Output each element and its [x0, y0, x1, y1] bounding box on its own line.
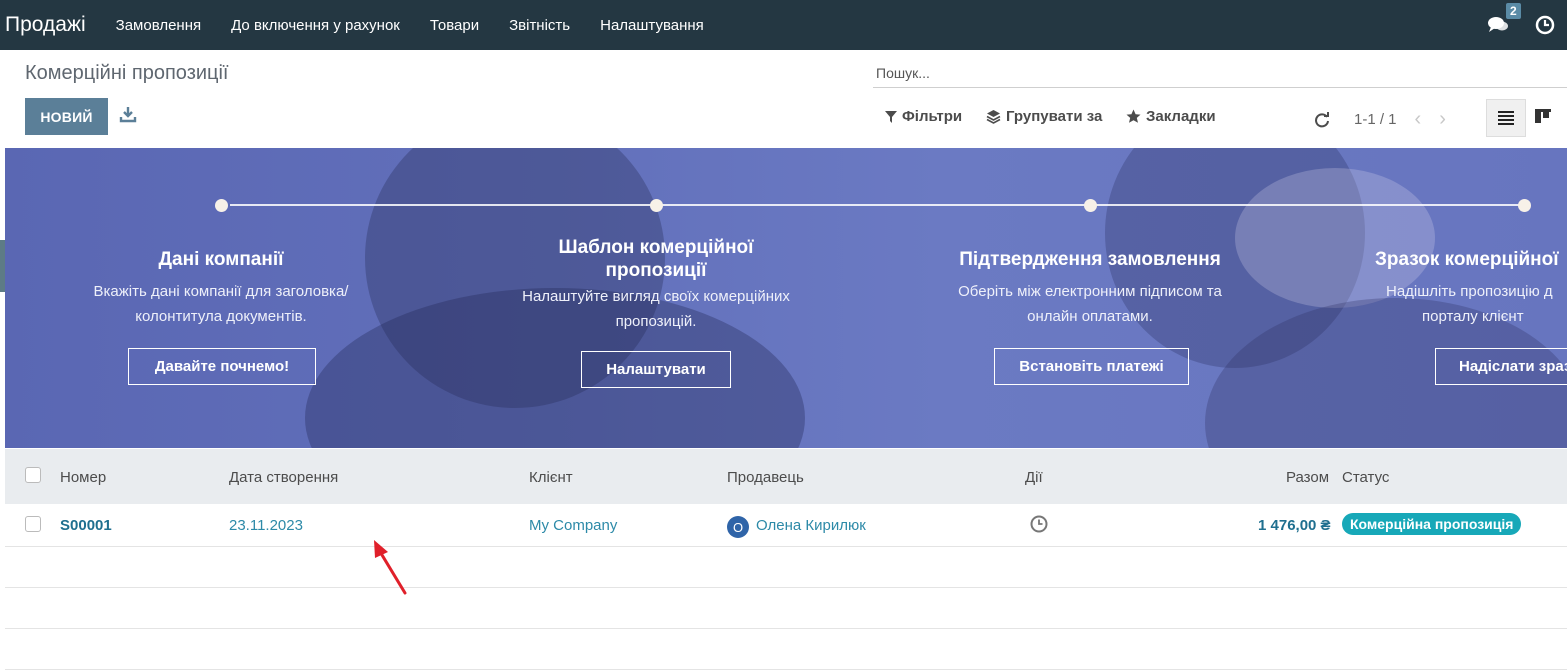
row-customer[interactable]: My Company	[529, 517, 617, 534]
download-icon[interactable]	[119, 106, 137, 124]
onboarding-banner: Дані компанії Вкажіть дані компанії для …	[5, 148, 1567, 448]
progress-line	[230, 204, 1520, 206]
column-status[interactable]: Статус	[1342, 469, 1389, 486]
activity-clock-icon[interactable]	[1030, 515, 1048, 533]
step-description-line: пропозицій.	[615, 313, 697, 330]
step-dot	[1518, 199, 1531, 212]
list-view-button[interactable]	[1486, 99, 1526, 137]
empty-row	[5, 588, 1567, 629]
row-created[interactable]: 23.11.2023	[229, 517, 303, 534]
avatar: О	[727, 516, 749, 538]
empty-row	[5, 547, 1567, 588]
step-description-line: порталу клієнт	[1422, 308, 1524, 325]
step-quotation-template: Шаблон комерційної пропозиції Налаштуйте…	[481, 236, 831, 334]
pager: 1-1 / 1 ‹ ›	[1314, 108, 1446, 131]
column-created[interactable]: Дата створення	[229, 469, 338, 486]
step-description-line: Вкажіть дані компанії для заголовка/	[93, 283, 349, 300]
column-total[interactable]: Разом	[1286, 469, 1329, 486]
configure-button[interactable]: Налаштувати	[581, 351, 731, 388]
pager-value[interactable]: 1-1 / 1	[1354, 111, 1397, 128]
top-navbar: Продажі Замовлення До включення у рахуно…	[0, 0, 1567, 50]
menu-to-invoice[interactable]: До включення у рахунок	[231, 17, 400, 34]
step-dot	[215, 199, 228, 212]
favorites-button[interactable]: Закладки	[1126, 108, 1216, 125]
step-title: Підтвердження замовлення	[959, 249, 1221, 270]
messages-badge: 2	[1506, 3, 1521, 19]
step-dot	[650, 199, 663, 212]
menu-configuration[interactable]: Налаштування	[600, 17, 704, 34]
step-description-line: Надішліть пропозицію д	[1386, 283, 1553, 300]
pager-previous-icon[interactable]: ‹	[1415, 108, 1422, 131]
menu-products[interactable]: Товари	[430, 17, 479, 34]
step-description-line: онлайн оплатами.	[1027, 308, 1153, 325]
step-title: Дані компанії	[158, 249, 284, 270]
step-description-line: колонтитула документів.	[135, 308, 307, 325]
step-title-line: Шаблон комерційної	[558, 237, 754, 258]
table-header: Номер Дата створення Клієнт Продавець Ді…	[5, 449, 1567, 504]
step-description: Налаштуйте вигляд своїх комерційних проп…	[481, 284, 831, 334]
clock-icon[interactable]	[1535, 15, 1555, 35]
annotation-arrow	[374, 540, 407, 595]
layers-icon	[986, 110, 1001, 124]
kanban-view-icon[interactable]	[1533, 106, 1553, 126]
filters-label: Фільтри	[902, 108, 963, 125]
new-button[interactable]: НОВИЙ	[25, 98, 108, 135]
messages-button[interactable]: 2	[1487, 3, 1521, 35]
menu-orders[interactable]: Замовлення	[116, 17, 201, 34]
column-number[interactable]: Номер	[60, 469, 106, 486]
empty-row	[5, 629, 1567, 670]
step-description-line: Налаштуйте вигляд своїх комерційних	[522, 288, 790, 305]
column-salesperson[interactable]: Продавець	[727, 469, 804, 486]
lets-start-button[interactable]: Давайте почнемо!	[128, 348, 316, 385]
row-salesperson[interactable]: Олена Кирилюк	[756, 517, 866, 534]
step-description: Оберіть між електронним підписом та онла…	[915, 279, 1265, 329]
favorites-label: Закладки	[1146, 108, 1216, 125]
app-name[interactable]: Продажі	[0, 13, 86, 37]
group-by-button[interactable]: Групувати за	[986, 108, 1102, 125]
table-row[interactable]: S00001 23.11.2023 My Company О Олена Кир…	[5, 504, 1567, 547]
star-icon	[1126, 109, 1141, 123]
systray: 2	[1487, 0, 1555, 50]
select-all-checkbox[interactable]	[25, 467, 41, 483]
step-description: Вкажіть дані компанії для заголовка/ кол…	[71, 279, 371, 329]
send-sample-button[interactable]: Надіслати зраз	[1435, 348, 1567, 385]
pager-next-icon[interactable]: ›	[1439, 108, 1446, 131]
column-activities[interactable]: Дії	[1025, 469, 1043, 486]
search-input[interactable]	[873, 58, 1567, 88]
step-sample-quotation: Зразок комерційної Надішліть пропозицію …	[1375, 248, 1567, 329]
filter-icon	[885, 110, 897, 123]
page-title: Комерційні пропозиції	[25, 62, 229, 84]
step-description-line: Оберіть між електронним підписом та	[958, 283, 1222, 300]
step-title-line: пропозиції	[605, 260, 707, 281]
refresh-icon[interactable]	[1314, 111, 1330, 128]
step-title: Зразок комерційної	[1375, 249, 1559, 270]
list-icon	[1498, 111, 1514, 125]
row-number[interactable]: S00001	[60, 517, 112, 534]
step-dot	[1084, 199, 1097, 212]
filters-button[interactable]: Фільтри	[885, 108, 962, 125]
row-total: 1 476,00 ₴	[1258, 517, 1331, 534]
column-customer[interactable]: Клієнт	[529, 469, 573, 486]
step-order-confirmation: Підтвердження замовлення Оберіть між еле…	[915, 248, 1265, 329]
status-badge: Комерційна пропозиція	[1342, 513, 1522, 535]
group-by-label: Групувати за	[1006, 108, 1103, 125]
set-payments-button[interactable]: Встановіть платежі	[994, 348, 1189, 385]
step-description: Надішліть пропозицію д порталу клієнт	[1375, 279, 1567, 329]
row-checkbox[interactable]	[25, 516, 41, 532]
step-title: Шаблон комерційної пропозиції	[481, 236, 831, 282]
step-company-data: Дані компанії Вкажіть дані компанії для …	[71, 248, 371, 329]
menu-reporting[interactable]: Звітність	[509, 17, 570, 34]
